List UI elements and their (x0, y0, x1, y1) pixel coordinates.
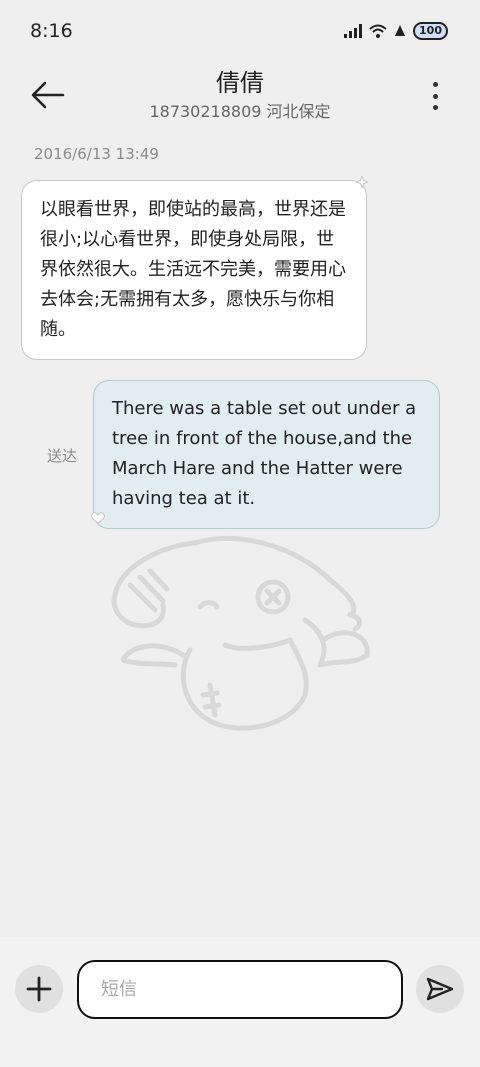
send-icon (426, 977, 454, 1001)
delivered-status: 送达 (47, 447, 78, 465)
status-time: 8:16 (30, 20, 73, 42)
arrow-left-icon (31, 81, 65, 109)
add-attachment-button[interactable] (15, 965, 63, 1013)
more-options-button[interactable] (430, 82, 440, 110)
notification-icon (395, 25, 406, 36)
incoming-message-text: 以眼看世界，即使站的最高，世界还是很小;以心看世界，即使身处局限，世界依然很大。… (40, 199, 346, 340)
wifi-icon (369, 24, 387, 38)
incoming-message-bubble[interactable]: 以眼看世界，即使站的最高，世界还是很小;以心看世界，即使身处局限，世界依然很大。… (21, 180, 367, 360)
heart-decoration-icon (91, 512, 105, 524)
message-input[interactable] (77, 960, 403, 1019)
title-block: 倩倩 18730218809 河北保定 (80, 68, 400, 122)
contact-name: 倩倩 (216, 69, 264, 97)
cellular-signal-icon (344, 24, 363, 38)
status-icons: 100 (344, 22, 448, 40)
outgoing-message-bubble[interactable]: There was a table set out under a tree i… (93, 380, 440, 529)
message-timestamp: 2016/6/13 13:49 (34, 145, 159, 163)
contact-subtitle: 18730218809 河北保定 (149, 102, 331, 121)
battery-icon: 100 (413, 22, 448, 40)
send-button[interactable] (416, 965, 464, 1013)
more-vertical-icon (432, 82, 438, 87)
status-bar: 8:16 100 (0, 0, 480, 64)
back-button[interactable] (30, 80, 66, 110)
outgoing-message-text: There was a table set out under a tree i… (112, 398, 417, 509)
plus-icon (26, 976, 52, 1002)
background-doodle-watermark (111, 535, 370, 731)
conversation-header: 倩倩 18730218809 河北保定 (0, 64, 480, 134)
star-decoration-icon (356, 176, 368, 188)
